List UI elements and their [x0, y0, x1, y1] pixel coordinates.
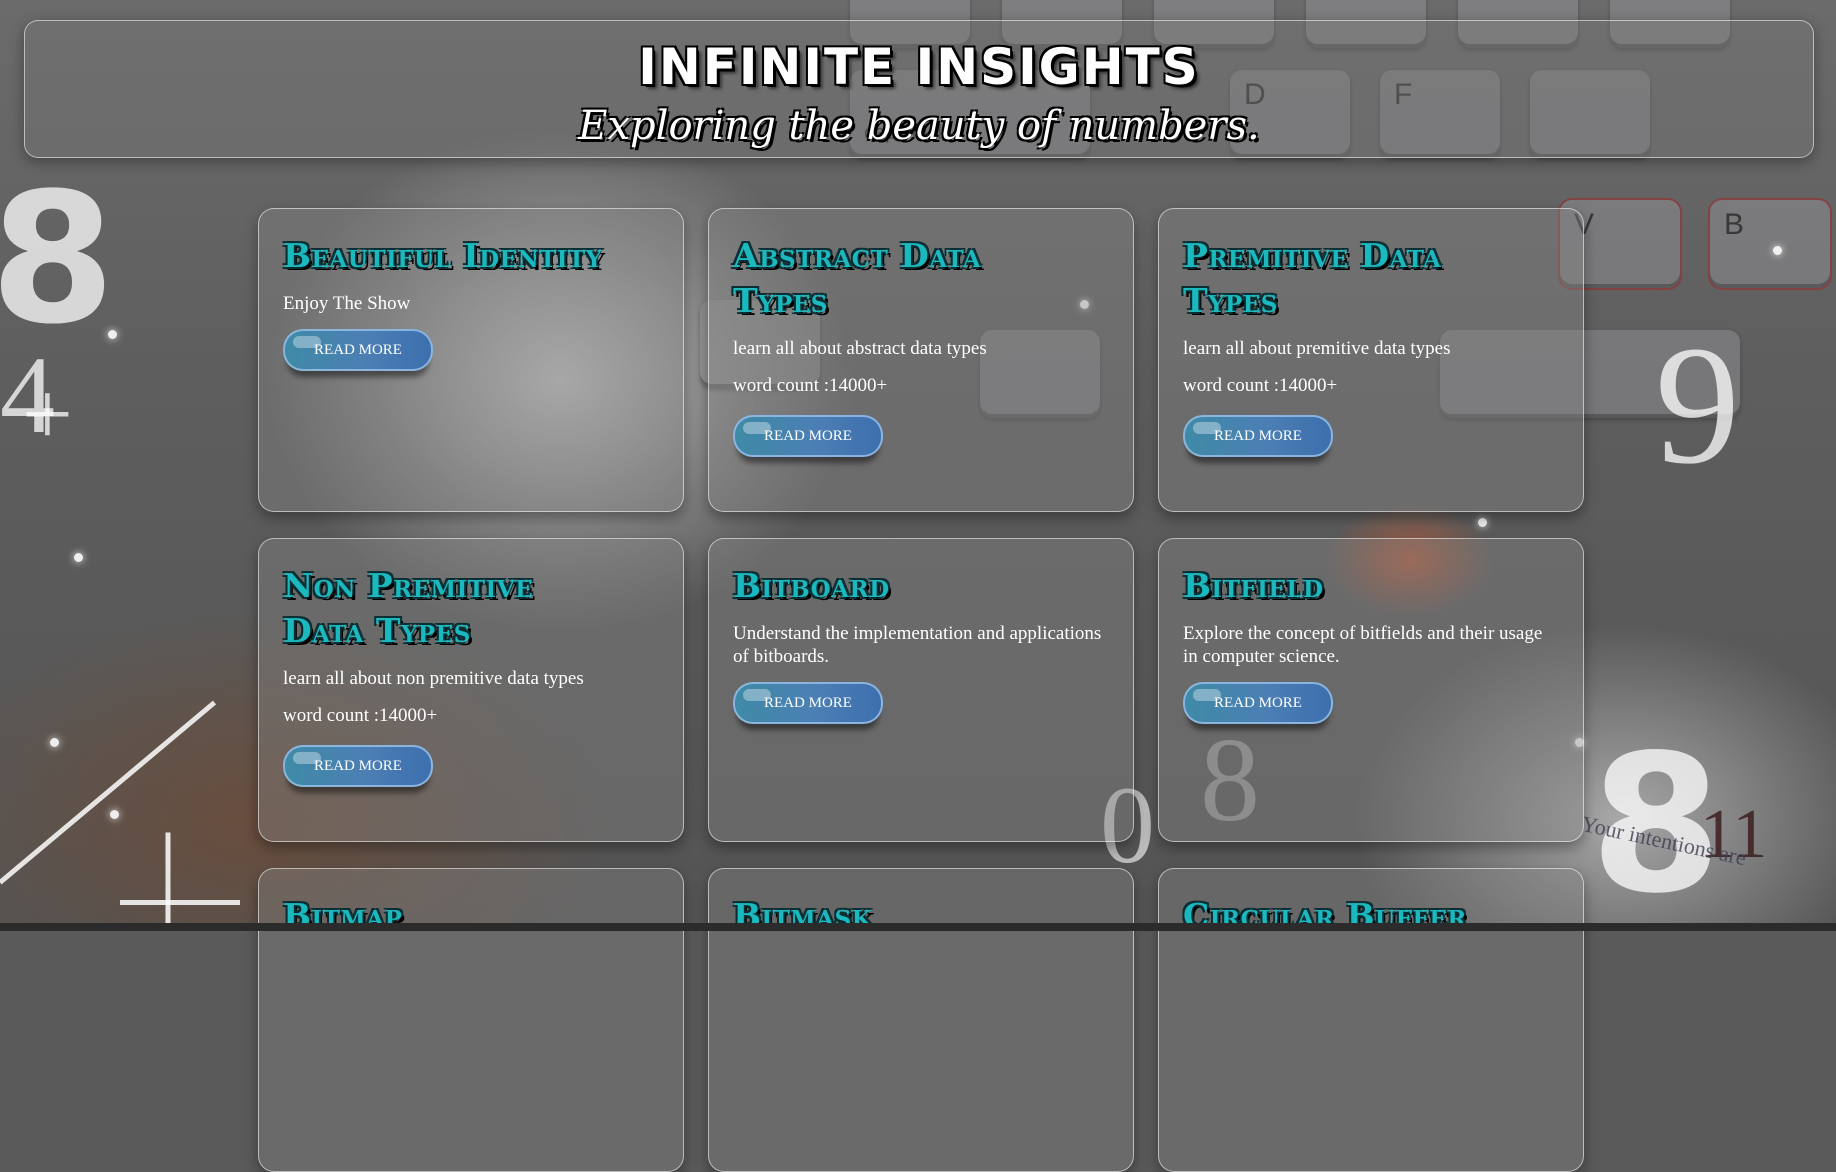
- card-title: Beautiful Identity: [283, 236, 603, 275]
- card-description: Explore the concept of bitfields and the…: [1183, 623, 1543, 667]
- card-word-count: word count :14000+: [283, 705, 438, 726]
- card-description: Understand the implementation and applic…: [733, 623, 1102, 667]
- bg-line: [165, 832, 171, 931]
- read-more-button[interactable]: READ MORE: [733, 682, 883, 724]
- article-card: Premitive Data Types learn all about pre…: [1158, 208, 1584, 512]
- card-word-count: word count :14000+: [1183, 375, 1338, 396]
- bg-number: 8: [0, 155, 116, 364]
- card-description: learn all about premitive data types: [1183, 338, 1451, 359]
- bg-dot: [108, 330, 117, 339]
- site-title: INFINITE INSIGHTS: [638, 38, 1200, 96]
- site-subtitle: Exploring the beauty of numbers.: [578, 103, 1260, 149]
- article-card: Circular Buffer: [1158, 868, 1584, 1172]
- keyboard-key-b: B: [1710, 200, 1830, 288]
- read-more-button[interactable]: READ MORE: [733, 415, 883, 457]
- site-header: INFINITE INSIGHTS Exploring the beauty o…: [24, 20, 1814, 158]
- bg-dot: [50, 738, 59, 747]
- article-card: Bitfield Explore the concept of bitfield…: [1158, 538, 1584, 842]
- read-more-button[interactable]: READ MORE: [283, 745, 433, 787]
- card-title: Non Premitive Data Types: [283, 566, 534, 650]
- article-card: Bitmap: [258, 868, 684, 1172]
- card-title: Premitive Data Types: [1183, 236, 1442, 320]
- bg-dot: [110, 810, 119, 819]
- bg-number: +: [22, 365, 73, 464]
- article-card: Beautiful Identity Enjoy The Show READ M…: [258, 208, 684, 512]
- card-description: Enjoy The Show: [283, 293, 411, 314]
- card-title: Bitfield: [1183, 566, 1324, 605]
- card-title: Bitmap: [283, 896, 403, 935]
- card-title: Bitboard: [733, 566, 890, 605]
- card-title: Circular Buffer: [1183, 896, 1467, 935]
- read-more-button[interactable]: READ MORE: [1183, 682, 1333, 724]
- card-title: Bitmask: [733, 896, 873, 935]
- bg-dot: [1773, 246, 1782, 255]
- read-more-button[interactable]: READ MORE: [1183, 415, 1333, 457]
- card-title: Abstract Data Types: [733, 236, 982, 320]
- bg-line: [120, 900, 240, 905]
- article-grid: Beautiful Identity Enjoy The Show READ M…: [258, 208, 1584, 1172]
- card-description: learn all about non premitive data types: [283, 668, 584, 689]
- article-card: Abstract Data Types learn all about abst…: [708, 208, 1134, 512]
- bg-dot: [74, 553, 83, 562]
- read-more-button[interactable]: READ MORE: [283, 329, 433, 371]
- card-word-count: word count :14000+: [733, 375, 888, 396]
- bg-number: 9: [1655, 311, 1740, 499]
- horizontal-scrollbar[interactable]: [0, 923, 1836, 931]
- bg-line: [0, 700, 217, 885]
- article-card: Non Premitive Data Types learn all about…: [258, 538, 684, 842]
- article-card: Bitboard Understand the implementation a…: [708, 538, 1134, 842]
- card-description: learn all about abstract data types: [733, 338, 987, 359]
- article-card: Bitmask: [708, 868, 1134, 1172]
